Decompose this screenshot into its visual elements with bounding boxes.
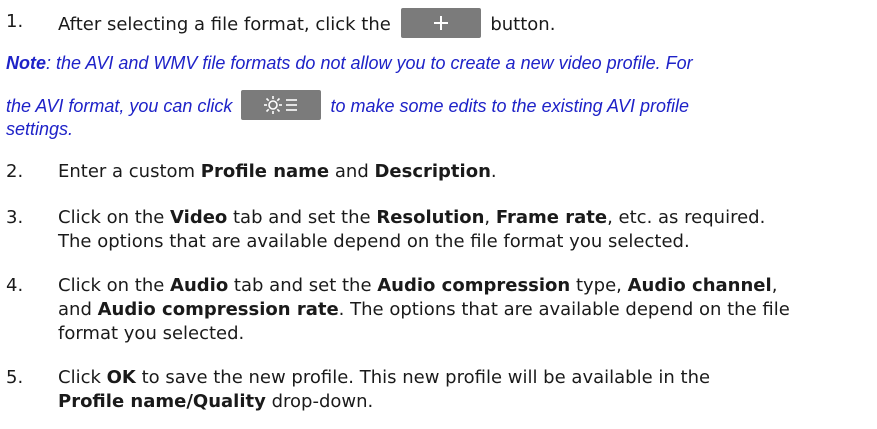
step-number: 1. [6,11,24,32]
add-button-image [400,8,481,38]
step-text: Click OK to save the new profile. This n… [58,367,711,388]
note-label: Note [6,53,46,73]
document-page: 1. After selecting a file format, click … [0,0,877,429]
step-text: Enter a custom Profile name and Descript… [58,161,497,182]
step-text: After selecting a file format, click the… [58,8,555,40]
step-number: 3. [6,207,24,228]
note-line-1: Note: the AVI and WMV file formats do no… [6,53,693,73]
step-number: 2. [6,161,24,182]
note-line-2: the AVI format, you can click to make so… [6,90,689,122]
plus-icon [433,16,448,30]
step-text: Click on the Video tab and set the Resol… [58,207,766,228]
step-number: 5. [6,367,24,388]
step-number: 4. [6,275,24,296]
settings-button-image [241,90,322,120]
step-text: Click on the Audio tab and set the Audio… [58,275,778,296]
note-line-3: settings. [6,119,74,139]
gear-menu-icon [264,96,298,114]
